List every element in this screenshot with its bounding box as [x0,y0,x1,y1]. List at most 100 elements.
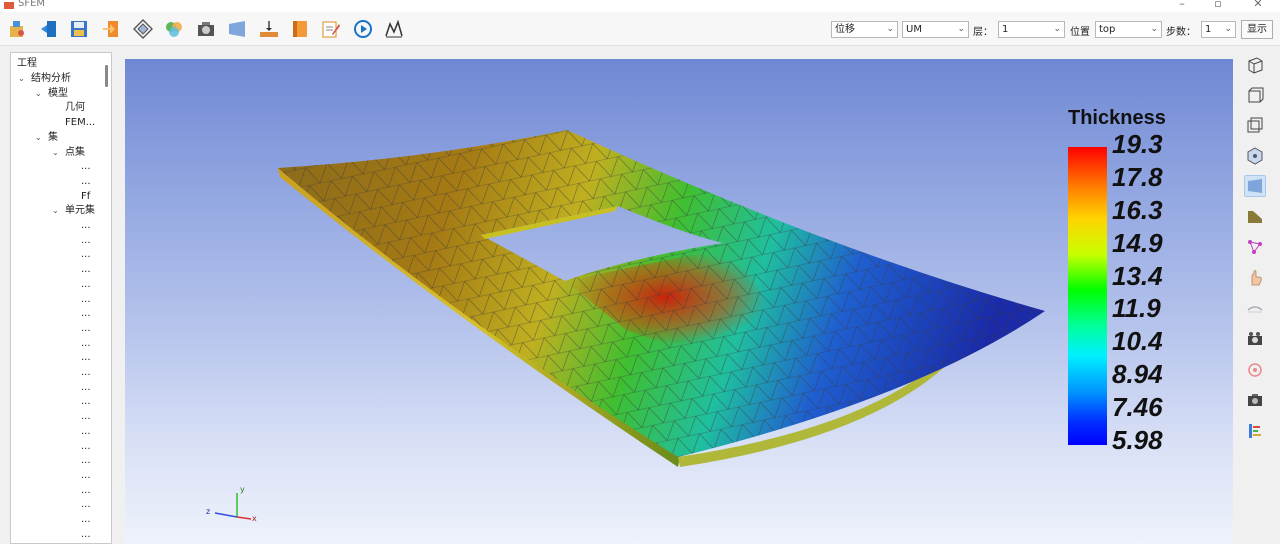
tree-item[interactable]: ... [81,411,91,423]
mesh-points-icon[interactable] [1244,145,1266,167]
chevron-down-icon: ⌄ [886,24,894,34]
tree-item[interactable]: ... [81,294,91,306]
tree-item[interactable]: ... [81,352,91,364]
title-bar: SFEM – ▫ ✕ [0,0,1280,12]
mesh-overlay [278,130,1045,457]
tree-item[interactable]: ... [81,264,91,276]
reset-icon[interactable] [1244,359,1266,381]
legend-title: Thickness [1068,107,1166,129]
view-wire-icon[interactable] [1244,114,1266,136]
curve-icon[interactable] [382,17,406,41]
step-label: 步数： [1166,27,1196,38]
tree-expand-icon[interactable]: ⌄ [52,147,59,159]
render-viewport[interactable]: y z x Thickness 19.3 17.8 16.3 14.9 13.4 11.9… [125,59,1233,544]
tree-item[interactable]: ... [81,470,91,482]
tree-item[interactable]: Ff [81,191,90,203]
tree-item[interactable]: ... [81,441,91,453]
tree-item[interactable]: ... [81,382,91,394]
section-icon[interactable] [288,17,312,41]
save-icon[interactable] [67,17,91,41]
app-logo-icon [4,2,14,9]
legend-value: 16.3 [1112,194,1163,225]
tree-item[interactable]: ... [81,514,91,526]
result-type-value: 位移 [835,24,855,35]
tree-item[interactable]: ... [81,176,91,188]
tree-item[interactable]: 模型 [48,88,68,100]
tree-item[interactable]: ... [81,426,91,438]
tree-item[interactable]: 集 [48,132,58,144]
surface-shade-icon[interactable] [1244,175,1266,197]
layer-label: 层： [973,27,993,38]
deform-icon[interactable] [1244,297,1266,319]
pick-hand-icon[interactable] [1244,267,1266,289]
tree-expand-icon[interactable]: ⌄ [35,132,42,144]
position-select[interactable]: top ⌄ [1095,21,1162,38]
legend-value: 14.9 [1112,227,1163,258]
tree-item[interactable]: FEM... [65,117,95,129]
tree-item[interactable]: ... [81,529,91,541]
load-icon[interactable] [257,17,281,41]
open-project-icon[interactable] [5,17,29,41]
position-value: top [1099,24,1116,35]
legend-value: 19.3 [1112,129,1163,159]
show-button[interactable]: 显示 [1241,20,1273,39]
window-title: SFEM [18,0,46,9]
project-tree: 工程 ⌄ 结构分析 ⌄ 模型 几何 FEM... ⌄ 集 ⌄ 点集...... Ff ⌄ 单元集....… [10,52,112,544]
tree-item[interactable]: 结构分析 [31,73,71,85]
minimize-icon[interactable]: – [1172,0,1192,10]
main-toolbar: 位移 ⌄ UM ⌄ 层： 1 ⌄ 位置 top ⌄ 步数： 1 ⌄ 显示 [0,12,1280,46]
render-icon[interactable] [194,17,218,41]
tree-item[interactable]: ... [81,499,91,511]
tree-expand-icon[interactable]: ⌄ [35,88,42,100]
result-type-select[interactable]: 位移 ⌄ [831,21,898,38]
play-icon[interactable] [351,17,375,41]
tree-expand-icon[interactable]: ⌄ [18,73,25,85]
axis-x-label: x [252,514,257,523]
step-select[interactable]: 1 ⌄ [1201,21,1236,38]
material-icon[interactable] [162,17,186,41]
view-iso-icon[interactable] [1244,54,1266,76]
import-icon[interactable] [37,17,61,41]
surface-icon[interactable] [225,17,249,41]
tree-item[interactable]: ... [81,338,91,350]
view-front-icon[interactable] [1244,84,1266,106]
export-icon[interactable] [99,17,123,41]
tree-expand-icon[interactable]: ⌄ [52,205,59,217]
legend-color-bar [1068,147,1107,445]
tree-item[interactable]: ... [81,235,91,247]
edit-icon[interactable] [319,17,343,41]
screenshot-icon[interactable] [1244,389,1266,411]
tree-item[interactable]: ... [81,308,91,320]
maximize-icon[interactable]: ▫ [1208,0,1228,10]
tree-item[interactable]: ... [81,249,91,261]
tree-item[interactable]: ... [81,323,91,335]
layer-value: 1 [1002,24,1009,35]
chevron-down-icon: ⌄ [1053,24,1061,34]
chevron-down-icon: ⌄ [1224,24,1232,34]
tree-item[interactable]: ... [81,455,91,467]
tree-item[interactable]: 几何 [65,102,85,114]
layer-select[interactable]: 1 ⌄ [998,21,1065,38]
camera-icon[interactable] [1244,328,1266,350]
legend-value: 5.98 [1112,425,1163,455]
tree-item[interactable]: ... [81,485,91,497]
nodes-icon[interactable] [1244,236,1266,258]
close-icon[interactable]: ✕ [1248,0,1268,10]
axis-y-label: y [240,485,245,494]
chevron-down-icon: ⌄ [957,24,965,34]
tree-item[interactable]: ... [81,396,91,408]
tree-item[interactable]: ... [81,279,91,291]
chart-legend-icon[interactable] [1244,420,1266,442]
tree-item[interactable]: 点集 [65,147,85,159]
component-value: UM [906,24,922,35]
component-select[interactable]: UM ⌄ [902,21,969,38]
mesh-icon[interactable] [131,17,155,41]
legend-value: 17.8 [1112,161,1163,192]
tree-item[interactable]: ... [81,367,91,379]
extrude-icon[interactable] [1244,206,1266,228]
tree-item[interactable]: ... [81,220,91,232]
legend-value: 7.46 [1112,392,1163,423]
tree-scrollbar[interactable] [105,65,108,87]
tree-item[interactable]: ... [81,161,91,173]
tree-item[interactable]: 单元集 [65,205,95,217]
